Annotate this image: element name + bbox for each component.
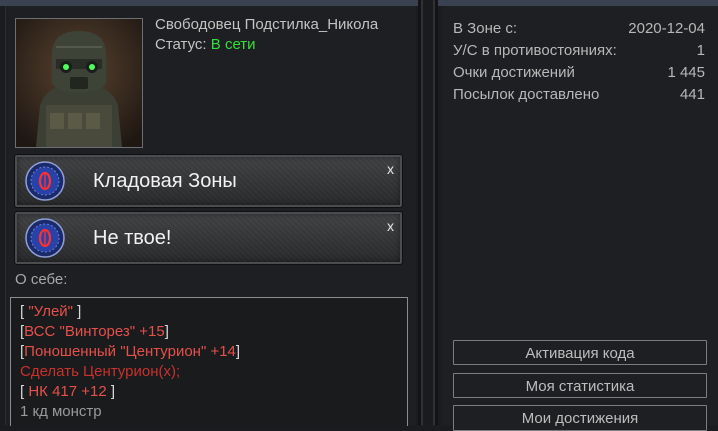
about-line: [Поношенный "Центурион" +14] [20, 343, 241, 360]
about-line: [ВСС "Винторез" +15] [20, 323, 169, 340]
my-achievements-button[interactable]: Мои достижения [453, 405, 707, 431]
badge-title: Не твое! [93, 227, 172, 249]
username: Свободовец Подстилка_Никола [155, 16, 379, 33]
status-label: Статус: [155, 36, 207, 53]
stat-label: Очки достижений [453, 64, 575, 81]
activate-code-button[interactable]: Активация кода [453, 340, 707, 365]
stat-row: Очки достижений 1 445 [453, 64, 705, 86]
stat-label: Посылок доставлено [453, 86, 600, 103]
about-line: [ НК 417 +12 ] [20, 383, 116, 400]
stat-value: 441 [679, 86, 705, 103]
stat-label: В Зоне с: [453, 20, 518, 37]
stats-list: В Зоне с: 2020-12-04 У/С в противостояни… [453, 20, 705, 108]
achievement-badge[interactable]: Кладовая Зоны x [14, 154, 403, 208]
status-line: Статус: В сети [155, 36, 256, 53]
status-online: В сети [210, 36, 256, 53]
achievement-badge[interactable]: Не твое! x [14, 211, 403, 265]
stat-label: У/С в противостояниях: [453, 42, 617, 59]
stat-row: У/С в противостояниях: 1 [453, 42, 705, 64]
close-icon[interactable]: x [387, 218, 394, 234]
close-icon[interactable]: x [387, 161, 394, 177]
stalker-emblem-icon [25, 218, 65, 258]
stat-row: Посылок доставлено 441 [453, 86, 705, 108]
stalker-emblem-icon [25, 161, 65, 201]
panel-divider [418, 0, 438, 425]
about-box: [ "Улей" ] [ВСС "Винторез" +15] [Поношен… [10, 297, 408, 426]
stat-value: 1 [696, 42, 705, 59]
badge-title: Кладовая Зоны [93, 170, 237, 192]
stat-row: В Зоне с: 2020-12-04 [453, 20, 705, 42]
avatar [15, 18, 143, 148]
stat-value: 2020-12-04 [628, 20, 705, 37]
about-line: 1 кд монстр [20, 403, 102, 420]
my-stats-button[interactable]: Моя статистика [453, 373, 707, 398]
about-line: [ "Улей" ] [20, 303, 82, 320]
stat-value: 1 445 [667, 64, 705, 81]
about-line: Сделать Центурион(x); [20, 363, 181, 380]
about-label: О себе: [15, 271, 68, 288]
